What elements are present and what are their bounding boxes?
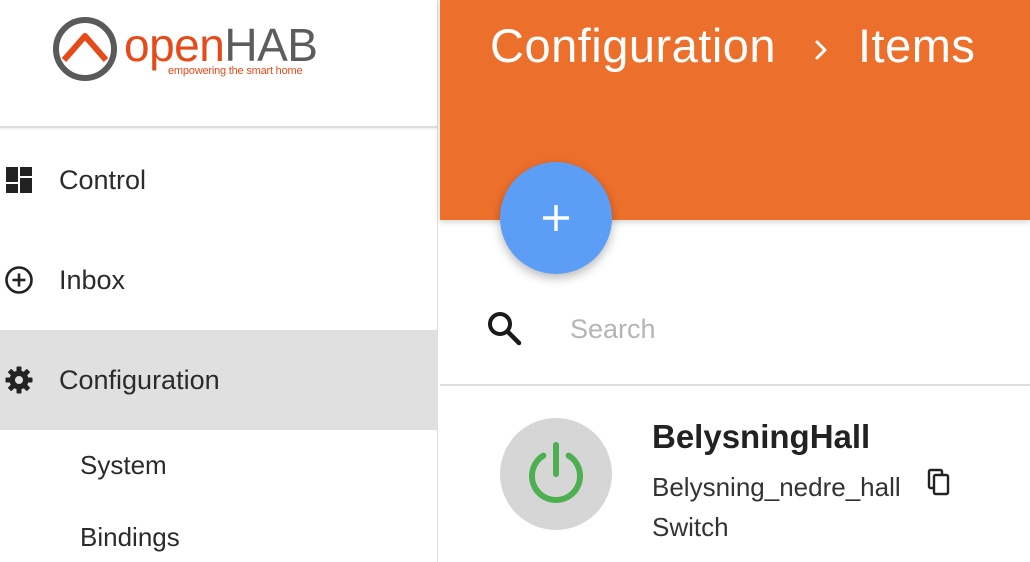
item-label: Belysning_nedre_hall <box>652 472 901 502</box>
sidebar-item-label: Inbox <box>59 264 126 295</box>
item-avatar <box>500 418 612 530</box>
sidebar-item-control[interactable]: Control <box>0 130 438 230</box>
breadcrumb-configuration[interactable]: Configuration <box>490 18 776 73</box>
power-icon <box>529 442 583 503</box>
copy-icon[interactable] <box>926 468 952 498</box>
sidebar-item-inbox[interactable]: Inbox <box>0 230 438 330</box>
search-bar <box>440 290 1030 386</box>
sidebar-subitem-bindings[interactable]: Bindings <box>80 522 180 553</box>
logo-tagline: empowering the smart home <box>168 65 303 77</box>
breadcrumb-items: Items <box>858 19 976 72</box>
list-item[interactable]: BelysningHall Belysning_nedre_hall Switc… <box>440 388 1030 562</box>
item-name: BelysningHall <box>652 418 871 455</box>
logo-house-icon <box>53 17 117 81</box>
dashboard-icon <box>4 165 34 195</box>
sidebar-subitem-system[interactable]: System <box>80 450 167 481</box>
sidebar-item-configuration[interactable]: Configuration <box>0 330 438 430</box>
search-input[interactable] <box>570 308 990 350</box>
gear-icon <box>4 365 34 395</box>
search-icon[interactable] <box>484 308 524 348</box>
add-circle-icon <box>4 265 34 295</box>
sidebar: openHAB empowering the smart home Contro… <box>0 0 438 562</box>
sidebar-item-label: Control <box>59 164 147 195</box>
logo[interactable]: openHAB empowering the smart home <box>0 0 438 128</box>
logo-brand-open: open <box>124 19 225 71</box>
plus-icon <box>543 205 569 231</box>
chevron-right-icon <box>815 40 827 60</box>
item-type: Switch <box>652 512 729 542</box>
sidebar-item-label: Configuration <box>59 364 220 395</box>
logo-brand-hab: HAB <box>224 19 318 71</box>
add-item-button[interactable] <box>500 162 612 274</box>
